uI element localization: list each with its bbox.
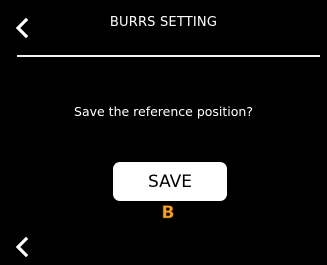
badge-letter: B <box>161 203 175 224</box>
chevron-left-icon <box>15 236 29 258</box>
save-button[interactable]: SAVE <box>113 162 227 201</box>
header-divider <box>17 55 320 57</box>
back-button-bottom[interactable] <box>11 234 35 260</box>
b-badge-icon: B <box>157 202 179 224</box>
page-title: BURRS SETTING <box>109 15 218 30</box>
device-screen: BURRS SETTING Save the reference positio… <box>0 0 327 265</box>
confirmation-prompt: Save the reference position? <box>74 104 253 119</box>
save-button-label: SAVE <box>147 171 193 192</box>
